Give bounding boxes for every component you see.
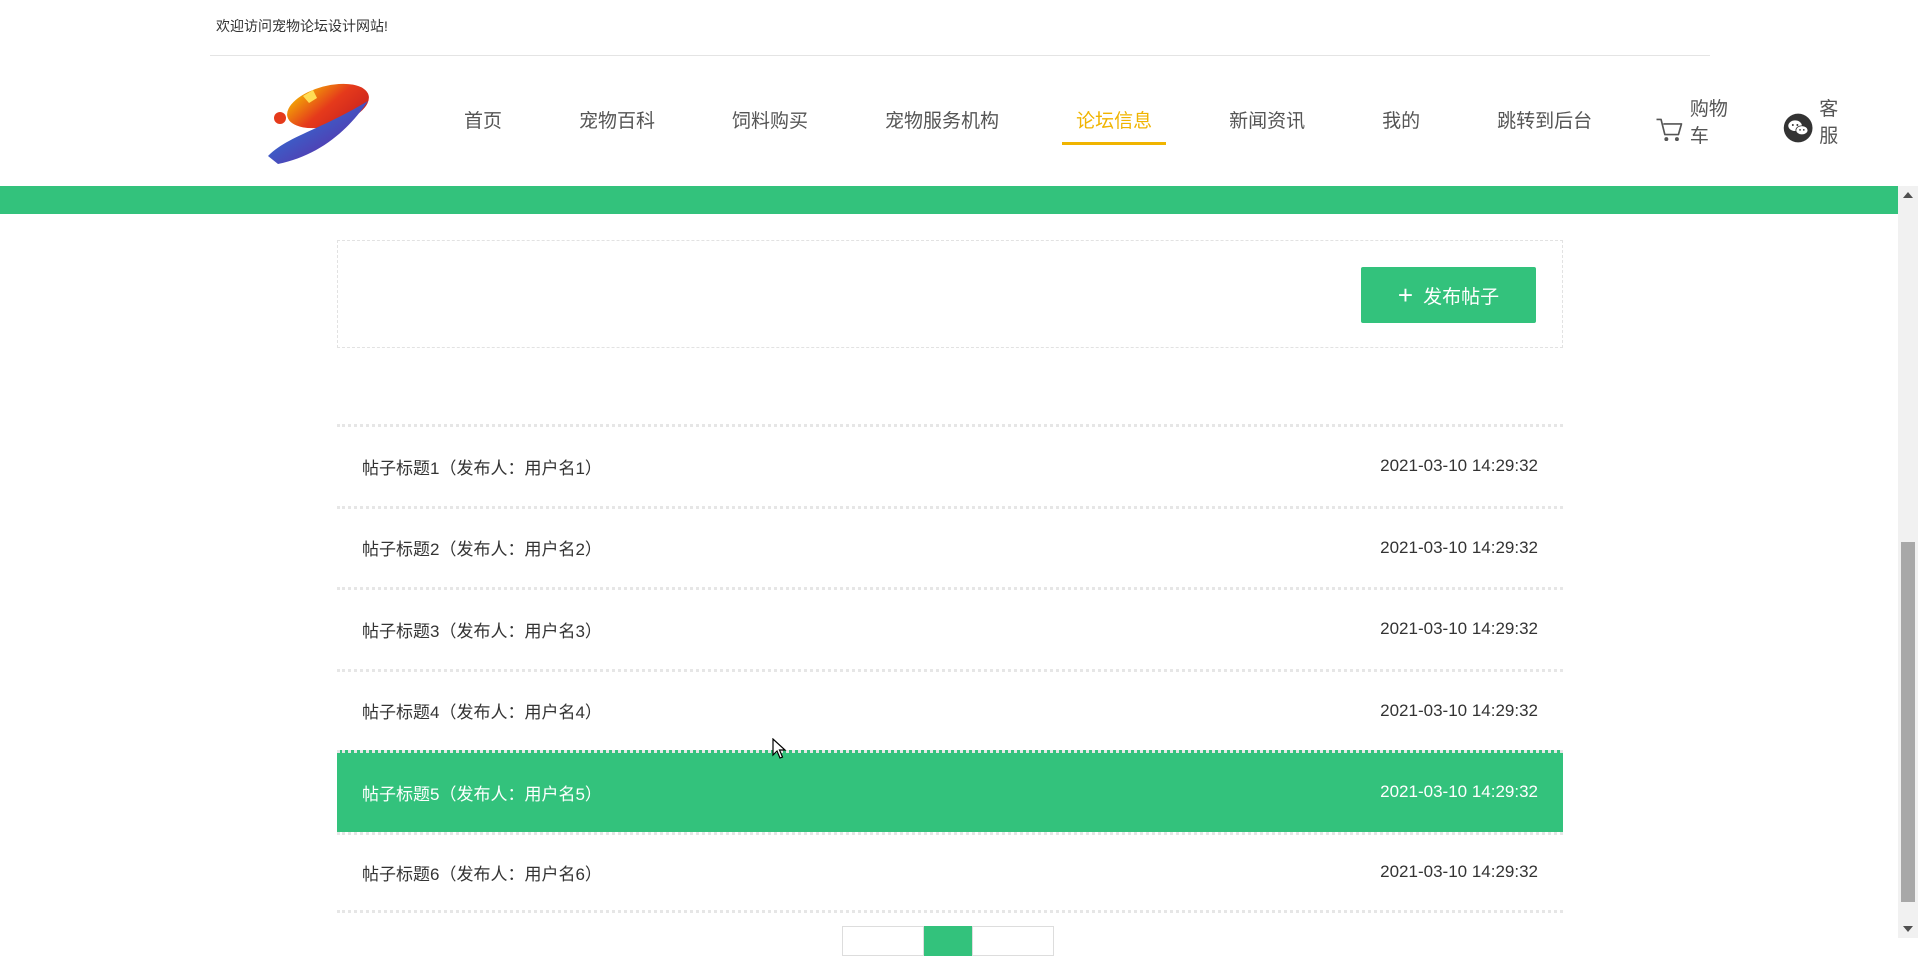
mouse-cursor-icon: [772, 738, 787, 759]
header: 首页 宠物百科 饲料购买 宠物服务机构 论坛信息 新闻资讯 我的 跳转到后台 购…: [0, 56, 1898, 186]
service-label: 客服: [1819, 99, 1839, 147]
publish-button-label: 发布帖子: [1423, 286, 1500, 308]
post-time: 2021-03-10 14:29:32: [1380, 456, 1538, 476]
publish-panel: + 发布帖子: [337, 240, 1563, 348]
post-time: 2021-03-10 14:29:32: [1380, 619, 1538, 639]
site-logo[interactable]: [258, 76, 378, 166]
post-row[interactable]: 帖子标题3（发布人：用户名3） 2021-03-10 14:29:32: [337, 587, 1563, 669]
post-title: 帖子标题6（发布人：用户名6）: [362, 864, 602, 884]
post-time: 2021-03-10 14:29:32: [1380, 782, 1538, 802]
cart-link[interactable]: 购物车: [1655, 94, 1733, 148]
post-title: 帖子标题4（发布人：用户名4）: [362, 703, 602, 723]
scroll-thumb[interactable]: [1901, 542, 1915, 902]
scroll-up-arrow-icon[interactable]: [1903, 192, 1913, 198]
post-time: 2021-03-10 14:29:32: [1380, 700, 1538, 720]
post-title: 帖子标题5（发布人：用户名5）: [362, 784, 602, 804]
nav-pet-wiki[interactable]: 宠物百科: [565, 100, 669, 143]
pagination: [842, 926, 1054, 956]
main-nav: 首页 宠物百科 饲料购买 宠物服务机构 论坛信息 新闻资讯 我的 跳转到后台 购…: [450, 56, 1898, 186]
cart-label: 购物车: [1689, 99, 1728, 147]
post-title: 帖子标题2（发布人：用户名2）: [362, 540, 602, 560]
plus-icon: +: [1397, 280, 1414, 310]
post-row[interactable]: 帖子标题6（发布人：用户名6） 2021-03-10 14:29:32: [337, 831, 1563, 913]
post-row[interactable]: 帖子标题4（发布人：用户名4） 2021-03-10 14:29:32: [337, 668, 1563, 751]
nav-mine[interactable]: 我的: [1368, 100, 1434, 143]
next-page-button[interactable]: [972, 926, 1054, 956]
post-time: 2021-03-10 14:29:32: [1380, 862, 1538, 882]
nav-pet-service[interactable]: 宠物服务机构: [871, 100, 1013, 143]
post-title: 帖子标题1（发布人：用户名1）: [362, 458, 602, 478]
post-row[interactable]: 帖子标题2（发布人：用户名2） 2021-03-10 14:29:32: [337, 505, 1563, 588]
vertical-scrollbar[interactable]: [1898, 186, 1918, 938]
post-row[interactable]: 帖子标题1（发布人：用户名1） 2021-03-10 14:29:32: [337, 424, 1563, 506]
wechat-icon: [1783, 113, 1813, 143]
prev-page-button[interactable]: [842, 926, 924, 956]
current-page-button[interactable]: [924, 926, 972, 956]
banner-strip: [0, 186, 1898, 214]
post-row-hovered[interactable]: 帖子标题5（发布人：用户名5） 2021-03-10 14:29:32: [337, 750, 1563, 832]
post-list: 帖子标题1（发布人：用户名1） 2021-03-10 14:29:32 帖子标题…: [337, 424, 1563, 913]
customer-service-link[interactable]: 客服: [1783, 94, 1848, 148]
nav-feed-shop[interactable]: 饲料购买: [718, 100, 822, 143]
nav-forum[interactable]: 论坛信息: [1062, 100, 1167, 145]
nav-home[interactable]: 首页: [450, 100, 516, 143]
welcome-text: 欢迎访问宠物论坛设计网站!: [216, 18, 388, 34]
publish-post-button[interactable]: + 发布帖子: [1361, 267, 1536, 323]
cart-icon: [1656, 118, 1683, 142]
top-bar: 欢迎访问宠物论坛设计网站!: [210, 0, 1710, 56]
post-time: 2021-03-10 14:29:32: [1380, 537, 1538, 557]
nav-admin[interactable]: 跳转到后台: [1483, 100, 1606, 143]
post-title: 帖子标题3（发布人：用户名3）: [362, 621, 602, 641]
scroll-down-arrow-icon[interactable]: [1903, 926, 1913, 932]
nav-news[interactable]: 新闻资讯: [1215, 100, 1319, 143]
